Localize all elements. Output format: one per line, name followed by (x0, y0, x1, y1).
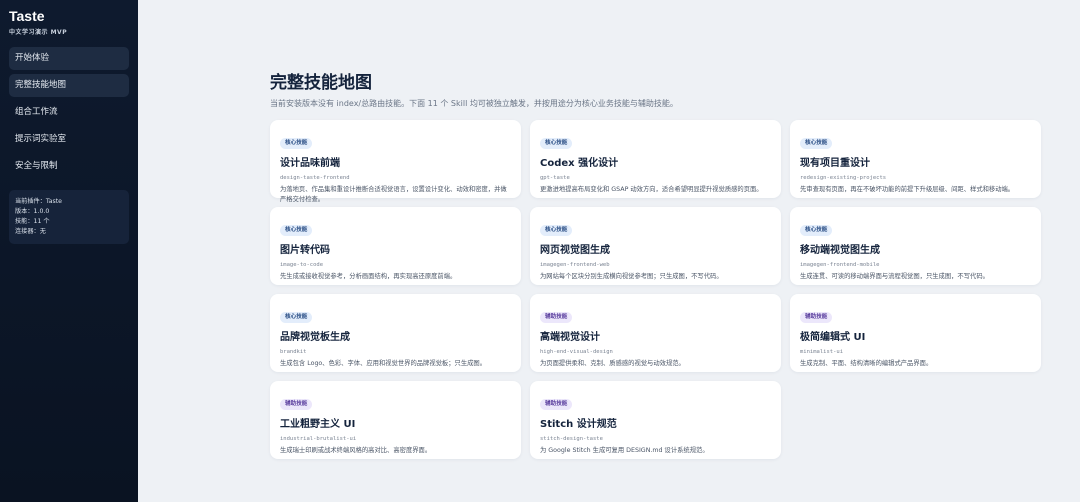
skill-badge: 核心技能 (280, 312, 313, 323)
skill-badge: 核心技能 (280, 138, 313, 149)
nav-item-start[interactable]: 开始体验 (9, 47, 129, 70)
nav-item-workflow[interactable]: 组合工作流 (9, 101, 129, 124)
skill-card[interactable]: 核心技能 图片转代码 image-to-code 先生成或接收视觉参考，分析画面… (270, 207, 521, 285)
page-title: 完整技能地图 (270, 73, 372, 92)
skill-code: imagegen-frontend-mobile (800, 262, 880, 268)
skill-description: 为落地页、作品集和重设计推断合适视觉语言，设置设计变化、动效和密度，并做严格交付… (280, 186, 507, 203)
skill-description: 先生成或接收视觉参考，分析画面结构，再实现高还原度前端。 (280, 273, 457, 280)
sidebar: Taste 中文学习演示 MVP 开始体验 完整技能地图 组合工作流 提示词实验… (0, 0, 138, 502)
skill-card[interactable]: 核心技能 设计品味前端 design-taste-frontend 为落地页、作… (270, 120, 521, 203)
skill-description: 为页面提供柔和、克制、质感感的视觉与动效规范。 (540, 360, 685, 367)
skill-grid: 核心技能 设计品味前端 design-taste-frontend 为落地页、作… (270, 120, 1041, 459)
skill-card[interactable]: 核心技能 网页视觉图生成 imagegen-frontend-web 为网站每个… (530, 207, 781, 285)
skill-badge: 辅助技能 (280, 399, 313, 410)
skill-description: 生成包含 Logo、色彩、字体、应用和视觉世界的品牌视觉板；只生成图。 (280, 360, 487, 367)
skill-title: Codex 强化设计 (540, 158, 619, 169)
skill-title: 图片转代码 (280, 245, 330, 256)
skill-badge: 核心技能 (800, 225, 833, 236)
sidebar-nav: 开始体验 完整技能地图 组合工作流 提示词实验室 安全与限制 (9, 47, 129, 178)
skill-card[interactable]: 辅助技能 高端视觉设计 high-end-visual-design 为页面提供… (530, 294, 781, 372)
nav-item-prompt-lab[interactable]: 提示词实验室 (9, 128, 129, 151)
info-version: 版本：1.0.0 (15, 208, 50, 215)
skill-title: 网页视觉图生成 (540, 245, 610, 256)
skill-badge: 辅助技能 (540, 399, 573, 410)
skill-description: 生成连贯、可读的移动端界面与流程视觉图，只生成图，不写代码。 (800, 273, 989, 280)
skill-title: Stitch 设计规范 (540, 419, 617, 430)
skill-code: industrial-brutalist-ui (280, 436, 357, 442)
skill-title: 移动端视觉图生成 (800, 245, 880, 256)
skill-badge: 核心技能 (800, 138, 833, 149)
skill-title: 高端视觉设计 (540, 332, 600, 343)
skill-code: stitch-design-taste (540, 436, 603, 442)
skill-description: 生成瑞士印刷或战术终端风格的高对比、高密度界面。 (280, 447, 432, 454)
skill-badge: 核心技能 (540, 225, 573, 236)
skill-card[interactable]: 核心技能 现有项目重设计 redesign-existing-projects … (790, 120, 1041, 198)
skill-code: redesign-existing-projects (800, 175, 887, 181)
info-plugin: 当前插件：Taste (15, 198, 62, 205)
skill-title: 设计品味前端 (280, 158, 340, 169)
info-skills: 技能：11 个 (15, 218, 50, 225)
nav-item-safety[interactable]: 安全与限制 (9, 155, 129, 178)
skill-badge: 辅助技能 (540, 312, 573, 323)
skill-card[interactable]: 核心技能 Codex 强化设计 gpt-taste 更激进地提高布局变化和 GS… (530, 120, 781, 198)
plugin-info-box: 当前插件：Taste 版本：1.0.0 技能：11 个 连接器：无 (9, 190, 129, 244)
nav-item-skill-map[interactable]: 完整技能地图 (9, 74, 129, 97)
main-content: 完整技能地图 当前安装版本没有 index/总路由技能。下面 11 个 Skil… (138, 0, 1080, 502)
info-connector: 连接器：无 (15, 228, 46, 235)
skill-badge: 核心技能 (540, 138, 573, 149)
skill-card[interactable]: 辅助技能 Stitch 设计规范 stitch-design-taste 为 G… (530, 381, 781, 459)
skill-badge: 核心技能 (280, 225, 313, 236)
skill-title: 现有项目重设计 (800, 158, 870, 169)
skill-code: design-taste-frontend (280, 175, 350, 181)
skill-card[interactable]: 辅助技能 极简编辑式 UI minimalist-ui 生成克制、平面、结构清晰… (790, 294, 1041, 372)
skill-code: gpt-taste (540, 175, 570, 181)
skill-description: 更激进地提高布局变化和 GSAP 动效方向，适合希望明显提升视觉质感的页面。 (540, 186, 763, 193)
skill-code: image-to-code (280, 262, 324, 268)
skill-title: 品牌视觉板生成 (280, 332, 350, 343)
skill-description: 为网站每个区块分别生成横向视觉参考图；只生成图，不写代码。 (540, 273, 723, 280)
skill-description: 先审查现有页面，再在不破坏功能的前提下升级层级、间距、样式和移动端。 (800, 186, 1015, 193)
skill-code: imagegen-frontend-web (540, 262, 610, 268)
skill-title: 工业粗野主义 UI (280, 419, 356, 430)
app-title: Taste (9, 8, 45, 24)
skill-badge: 辅助技能 (800, 312, 833, 323)
skill-card[interactable]: 辅助技能 工业粗野主义 UI industrial-brutalist-ui 生… (270, 381, 521, 459)
app-subtitle: 中文学习演示 MVP (9, 29, 68, 36)
skill-title: 极简编辑式 UI (800, 332, 866, 343)
skill-code: high-end-visual-design (540, 349, 613, 355)
skill-code: minimalist-ui (800, 349, 844, 355)
skill-card[interactable]: 核心技能 移动端视觉图生成 imagegen-frontend-mobile 生… (790, 207, 1041, 285)
skill-code: brandkit (280, 349, 307, 355)
page-description: 当前安装版本没有 index/总路由技能。下面 11 个 Skill 均可被独立… (270, 99, 678, 108)
skill-description: 生成克制、平面、结构清晰的编辑式产品界面。 (800, 360, 933, 367)
skill-card[interactable]: 核心技能 品牌视觉板生成 brandkit 生成包含 Logo、色彩、字体、应用… (270, 294, 521, 372)
skill-description: 为 Google Stitch 生成可复用 DESIGN.md 设计系统规范。 (540, 447, 709, 454)
